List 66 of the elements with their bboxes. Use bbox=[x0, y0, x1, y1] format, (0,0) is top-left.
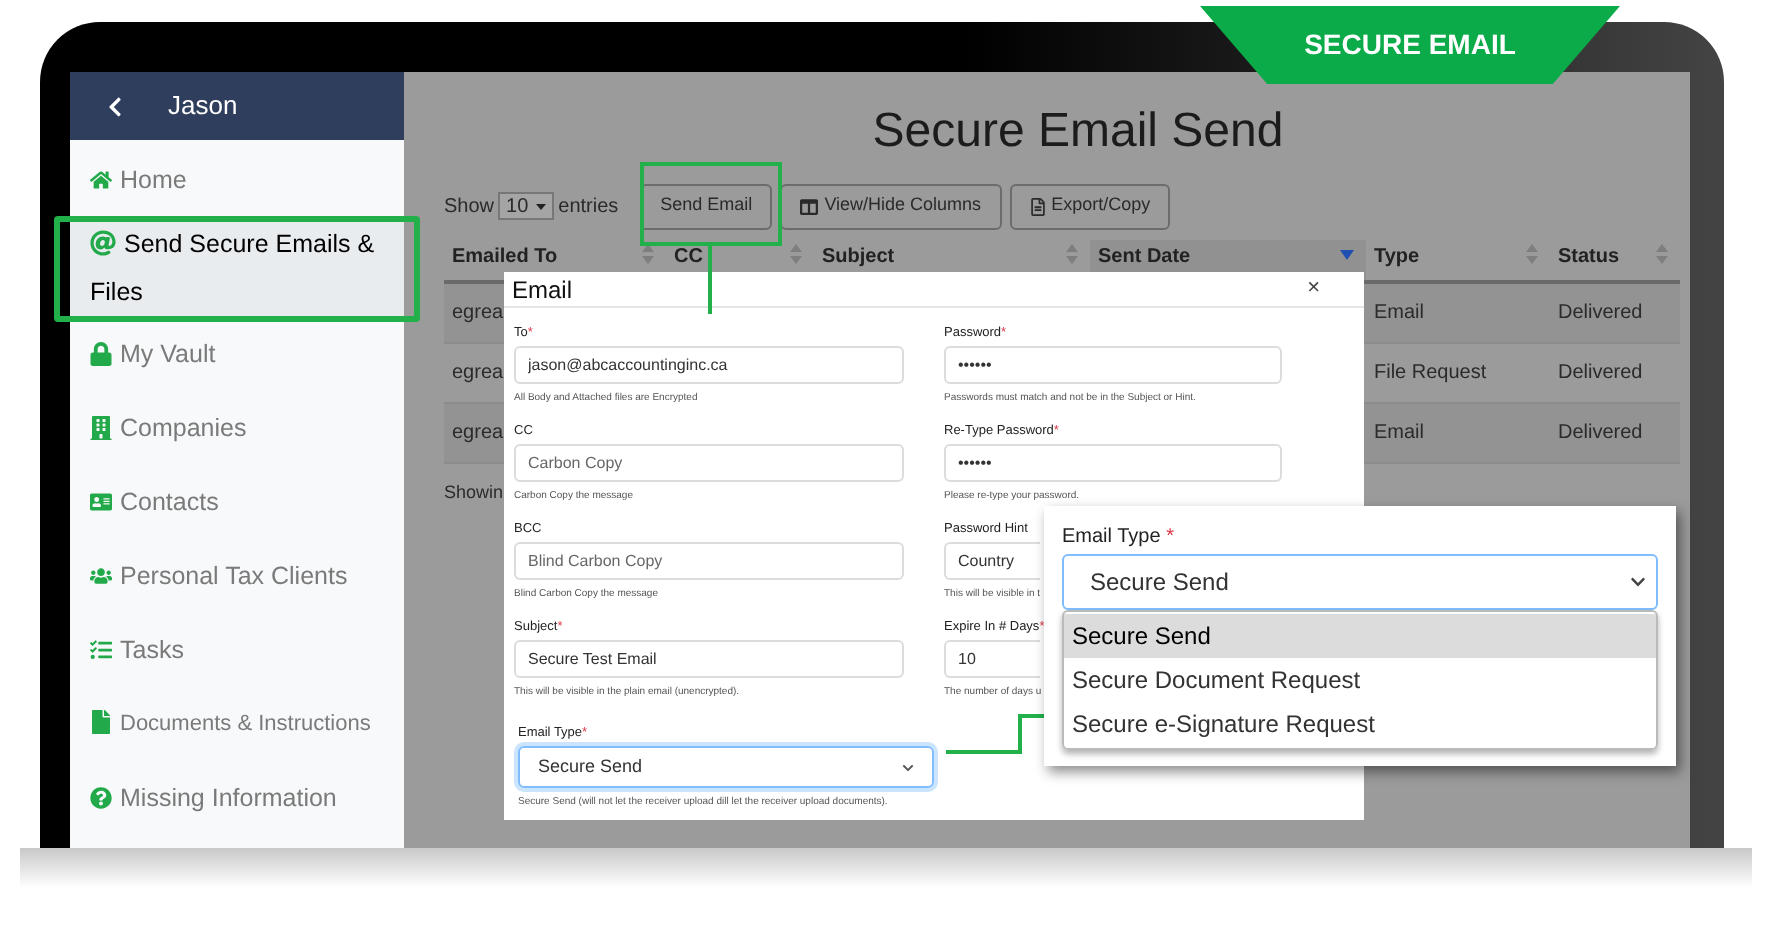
page-title: Secure Email Send bbox=[870, 102, 1286, 162]
input-field[interactable]: Secure Test Email bbox=[514, 640, 904, 678]
table-cell: egrea bbox=[452, 362, 504, 384]
user-name: Jason bbox=[168, 88, 238, 125]
modal-title: Email bbox=[512, 273, 573, 307]
lock-icon bbox=[90, 341, 112, 365]
sidebar-item[interactable]: Tasks bbox=[70, 612, 404, 686]
table-cell-text: Delivered bbox=[1556, 360, 1645, 388]
table-cell-text: File Request bbox=[1372, 360, 1489, 388]
columns-icon bbox=[800, 197, 819, 215]
question-icon bbox=[90, 785, 112, 809]
dropdown-option[interactable]: Secure e-Signature Request bbox=[1064, 702, 1656, 746]
input-field[interactable]: Country bbox=[944, 542, 1040, 580]
checklist-icon bbox=[90, 637, 112, 661]
toolbar-button[interactable]: Export/Copy bbox=[1009, 183, 1171, 229]
table-cell-text: Email bbox=[1372, 300, 1427, 328]
column-header[interactable]: Status bbox=[1558, 242, 1620, 272]
table-cell-text: Delivered bbox=[1556, 300, 1645, 328]
people-icon bbox=[90, 563, 112, 587]
input-field[interactable]: •••••• bbox=[944, 346, 1282, 384]
show-label: Show bbox=[444, 193, 495, 221]
caret-icon bbox=[1630, 574, 1646, 590]
input-field[interactable]: Blind Carbon Copy bbox=[514, 542, 904, 580]
caret-icon bbox=[536, 203, 547, 209]
send-email-highlight bbox=[640, 162, 782, 246]
close-button[interactable]: × bbox=[1307, 272, 1320, 306]
building-icon bbox=[90, 415, 112, 439]
column-header[interactable]: Type bbox=[1374, 242, 1420, 272]
sidebar-item[interactable]: Send Secure Emails & Files bbox=[70, 220, 404, 316]
email-type-select[interactable]: Secure Send bbox=[518, 746, 934, 788]
toolbar-button[interactable]: View/Hide Columns bbox=[780, 183, 1002, 229]
page-size-select[interactable]: 10 bbox=[498, 192, 555, 220]
table-cell-text: Email bbox=[1372, 420, 1427, 448]
toolbar-button[interactable]: Send Email bbox=[640, 183, 773, 229]
column-header[interactable]: Emailed To bbox=[452, 242, 558, 272]
sidebar-item[interactable]: Documents & Instructions bbox=[70, 686, 404, 760]
house-icon bbox=[90, 168, 112, 192]
sidebar-item[interactable]: Missing Information bbox=[70, 760, 404, 834]
field-label: Email Type * bbox=[1062, 524, 1174, 550]
sidebar-item[interactable]: Personal Tax Clients bbox=[70, 538, 404, 612]
connector-line bbox=[946, 714, 1044, 754]
sidebar-item[interactable]: Companies bbox=[70, 390, 404, 464]
file-icon bbox=[90, 709, 112, 733]
contact-card-icon bbox=[90, 489, 112, 513]
caret-icon bbox=[902, 761, 914, 773]
input-field[interactable]: 10 bbox=[944, 640, 1040, 678]
dropdown-option[interactable]: Secure Document Request bbox=[1064, 658, 1656, 702]
entries-label: entries bbox=[558, 193, 619, 221]
column-header[interactable]: Subject bbox=[822, 242, 895, 272]
back-icon[interactable] bbox=[106, 95, 124, 117]
document-icon bbox=[1029, 197, 1046, 215]
email-type-select[interactable]: Secure Send bbox=[1062, 554, 1658, 610]
table-cell: egrea bbox=[452, 302, 504, 324]
sidebar-item[interactable]: Contacts bbox=[70, 464, 404, 538]
column-header[interactable]: CC bbox=[674, 242, 703, 272]
table-footer: Showin bbox=[444, 480, 504, 507]
dropdown-option[interactable]: Secure Send bbox=[1064, 614, 1656, 658]
input-field[interactable]: •••••• bbox=[944, 444, 1282, 482]
at-sign-icon bbox=[90, 230, 116, 256]
sidebar-item[interactable]: My Vault bbox=[70, 316, 404, 390]
sidebar-item[interactable]: Home bbox=[70, 140, 404, 220]
input-field[interactable]: Carbon Copy bbox=[514, 444, 904, 482]
table-cell-text: Delivered bbox=[1556, 420, 1645, 448]
table-cell: egrea bbox=[452, 422, 504, 444]
connector-line bbox=[708, 246, 712, 314]
input-field[interactable]: jason@abcaccountinginc.ca bbox=[514, 346, 904, 384]
